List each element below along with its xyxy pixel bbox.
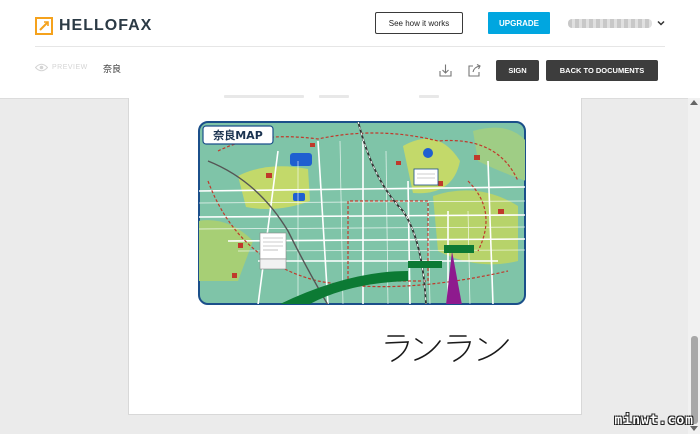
share-icon[interactable] <box>467 63 482 78</box>
faint-text-line <box>224 95 304 98</box>
account-menu[interactable] <box>568 15 666 31</box>
preview-toggle[interactable]: PREVIEW <box>35 63 88 72</box>
brand-logo[interactable]: HELLOFAX <box>35 17 152 35</box>
upgrade-button[interactable]: UPGRADE <box>488 12 550 34</box>
handwritten-signature <box>385 335 509 362</box>
document-name: 奈良 <box>103 64 122 74</box>
site-watermark: minwt.com <box>614 412 694 428</box>
download-icon[interactable] <box>438 63 453 78</box>
account-email-blurred <box>568 18 652 28</box>
brand-name: HELLOFAX <box>59 17 153 34</box>
map-title: 奈良MAP <box>212 128 263 142</box>
eye-icon <box>35 63 48 72</box>
map-illustration: 奈良MAP <box>198 121 526 305</box>
hellofax-logo-icon <box>35 17 53 35</box>
top-header: HELLOFAX See how it works UPGRADE PREVIE… <box>0 0 700 99</box>
sign-button[interactable]: SIGN <box>496 60 539 81</box>
faint-text-line <box>419 95 439 98</box>
document-page: 奈良MAP <box>128 95 582 415</box>
faint-text-line <box>319 95 349 98</box>
chevron-down-icon <box>657 20 665 26</box>
header-divider <box>35 46 665 47</box>
back-to-documents-button[interactable]: BACK TO DOCUMENTS <box>546 60 658 81</box>
preview-label: PREVIEW <box>52 64 88 71</box>
scroll-up-arrow-icon[interactable] <box>690 100 698 105</box>
nara-map-image: 奈良MAP <box>198 121 526 305</box>
how-it-works-button[interactable]: See how it works <box>375 12 463 34</box>
